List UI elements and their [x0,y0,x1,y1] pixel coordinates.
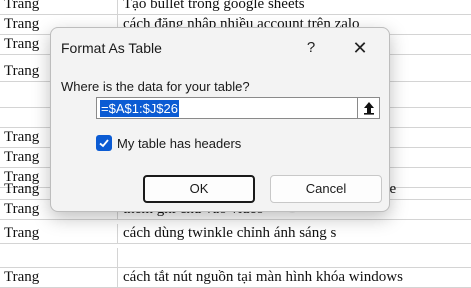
range-value[interactable]: =$A$1:$J$26 [100,100,179,117]
cell-b[interactable]: cách tắt nút nguồn tại màn hình khóa win… [120,268,471,287]
has-headers-label[interactable]: My table has headers [117,136,241,151]
cell-b[interactable]: Tạo bullet trong google sheets [120,0,471,14]
format-as-table-dialog: Format As Table ? ✕ Where is the data fo… [50,27,390,212]
cell-a[interactable] [0,248,118,267]
table-row[interactable]: Trang cách dùng twinkle chỉnh ánh sáng s [0,224,471,244]
checkmark-icon [99,139,109,148]
table-row[interactable] [0,248,471,268]
upload-arrow-icon [364,102,374,115]
range-input[interactable]: =$A$1:$J$26 [96,97,380,119]
table-row[interactable]: Trang Tạo bullet trong google sheets [0,0,471,15]
cell-a[interactable]: Trang [0,268,118,287]
collapse-dialog-button[interactable] [357,98,379,118]
cell-a[interactable]: Trang [0,0,118,14]
ok-button[interactable]: OK [143,175,255,203]
cancel-button[interactable]: Cancel [270,175,382,203]
cell-a[interactable]: Trang [0,224,118,243]
cell-b[interactable]: cách dùng twinkle chỉnh ánh sáng s [120,224,471,243]
help-button[interactable]: ? [300,37,322,59]
cell-b[interactable] [120,248,471,267]
has-headers-checkbox[interactable] [96,135,112,151]
range-prompt-label: Where is the data for your table? [61,79,250,94]
close-button[interactable]: ✕ [349,37,371,59]
table-row[interactable]: Trang cách tắt nút nguồn tại màn hình kh… [0,268,471,288]
dialog-title: Format As Table [61,40,162,56]
